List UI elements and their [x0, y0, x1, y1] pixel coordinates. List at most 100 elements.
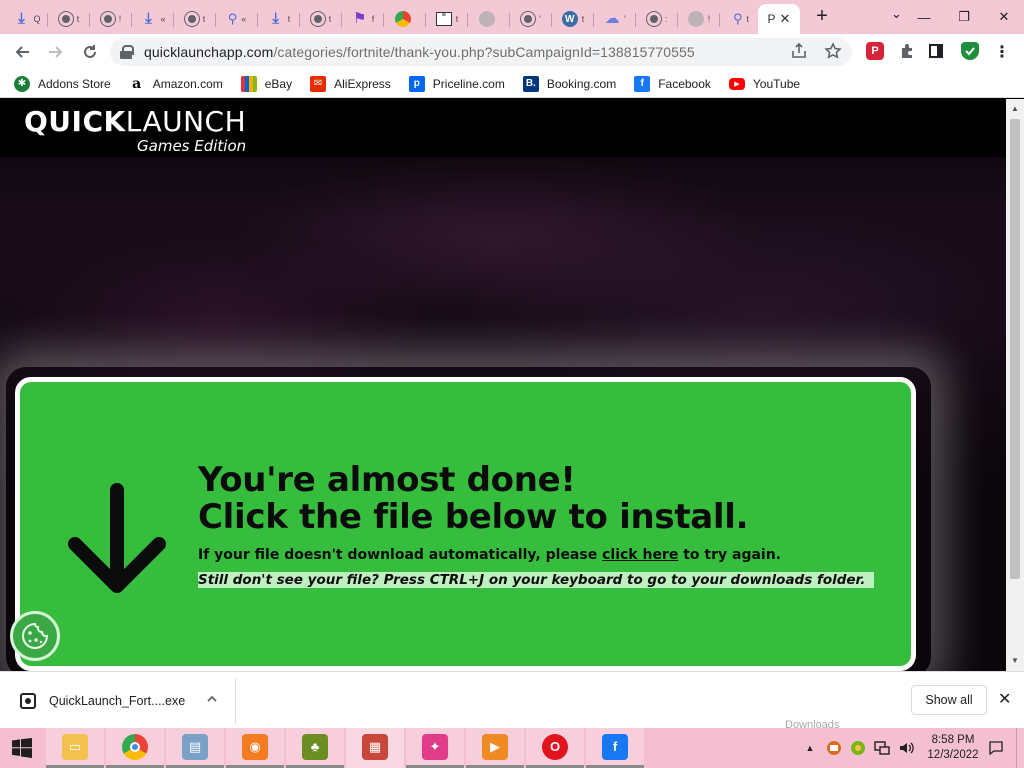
- tab-list: ⤓ Qt! ⤓ «t ⚲ «⤓ t t ⚑ f ≡ t ' Wt ☁ ':! ⚲ t: [0, 0, 762, 34]
- download-bar: QuickLaunch_Fort....exe Show all ✕: [0, 671, 1024, 728]
- tab-search-dropdown-icon[interactable]: ⌄: [891, 6, 902, 22]
- bookmark-item[interactable]: ▶ YouTube: [728, 76, 801, 91]
- forward-arrow-icon: [49, 46, 63, 58]
- browser-tab[interactable]: ≡ t: [426, 6, 468, 32]
- url-host: quicklaunchapp.com: [144, 44, 274, 60]
- taskbar-app-button[interactable]: ✦: [406, 728, 464, 768]
- bookmark-item[interactable]: f Facebook: [634, 75, 711, 92]
- volume-icon[interactable]: [898, 740, 914, 756]
- tray-security-icon[interactable]: [850, 740, 866, 756]
- browser-tab[interactable]: ☁ ': [594, 6, 636, 32]
- scroll-down-arrow-icon[interactable]: ▼: [1006, 653, 1024, 669]
- page-scrollbar[interactable]: ▲ ▼: [1006, 99, 1024, 671]
- scroll-thumb[interactable]: [1010, 119, 1020, 579]
- tab-close-icon[interactable]: ✕: [780, 11, 791, 27]
- taskbar-app-button[interactable]: ▤: [166, 728, 224, 768]
- taskbar-app-button[interactable]: f: [586, 728, 644, 768]
- exe-file-icon: [20, 693, 36, 709]
- browser-tab[interactable]: ': [510, 6, 552, 32]
- browser-tab[interactable]: Wt: [552, 6, 594, 32]
- download-menu-chevron-icon[interactable]: [206, 693, 218, 708]
- logo-bold: QUICK: [24, 105, 126, 138]
- browser-tab[interactable]: t: [300, 6, 342, 32]
- browser-tab[interactable]: !: [90, 6, 132, 32]
- tray-expand-icon[interactable]: ▲: [802, 740, 818, 756]
- cookie-settings-button[interactable]: [10, 611, 60, 661]
- close-window-button[interactable]: ✕: [984, 2, 1024, 32]
- tray-app-icon[interactable]: [826, 740, 842, 756]
- active-tab[interactable]: P ✕: [758, 4, 800, 34]
- lock-icon[interactable]: [120, 45, 134, 59]
- file-explorer-icon: ▭: [62, 733, 88, 760]
- downloads-hint: Still don't see your file? Press CTRL+J …: [198, 572, 874, 588]
- tab-title-fragment: «: [160, 14, 166, 24]
- bookmark-item[interactable]: a Amazon.com: [129, 76, 223, 92]
- clock-date: 12/3/2022: [927, 749, 979, 761]
- taskbar-app-button[interactable]: ▦: [346, 728, 404, 768]
- system-clock[interactable]: 8:58 PM 12/3/2022: [922, 733, 984, 763]
- browser-tab[interactable]: [468, 6, 510, 32]
- bookmarks-bar: ✱ Addons Store a Amazon.com eBay ✉ AliExpress p…: [0, 70, 1024, 98]
- browser-tab[interactable]: [384, 6, 426, 32]
- bookmark-item[interactable]: B. Booking.com: [522, 75, 616, 92]
- taskbar-app-button[interactable]: ▭: [46, 728, 104, 768]
- browser-tab[interactable]: ⤓ t: [258, 6, 300, 32]
- click-here-link[interactable]: click here: [602, 547, 678, 563]
- taskbar-app-button[interactable]: ♣: [286, 728, 344, 768]
- reload-button[interactable]: [74, 36, 106, 68]
- minimize-button[interactable]: —: [904, 2, 944, 32]
- shield-extension-icon[interactable]: [961, 42, 979, 60]
- browser-tab[interactable]: t: [48, 6, 90, 32]
- logo-wordmark: QUICKLAUNCH: [24, 108, 246, 136]
- extensions-puzzle-icon[interactable]: [898, 42, 916, 60]
- notifications-icon[interactable]: [988, 740, 1004, 756]
- taskbar-app-button[interactable]: [106, 728, 164, 768]
- taskbar-apps: ▭ ▤ ◉ ♣ ▦ ✦ ▶ Of: [44, 728, 644, 768]
- bookmark-item[interactable]: p Priceline.com: [408, 75, 505, 92]
- logo-subtitle: Games Edition: [137, 137, 247, 155]
- pocket-extension-icon[interactable]: P: [866, 42, 884, 60]
- show-all-button[interactable]: Show all: [911, 685, 987, 715]
- browser-tab[interactable]: :: [636, 6, 678, 32]
- address-bar[interactable]: quicklaunchapp.com/categories/fortnite/t…: [110, 38, 852, 66]
- bookmark-item[interactable]: ✉ AliExpress: [310, 75, 391, 92]
- tab-strip: ⤓ Qt! ⤓ «t ⚲ «⤓ t t ⚑ f ≡ t ' Wt ☁ ':! ⚲ t P ✕ + ⌄ — ❐ ✕: [0, 0, 1024, 34]
- retry-text-before: If your file doesn't download automatica…: [198, 547, 603, 563]
- show-desktop-button[interactable]: [1016, 728, 1024, 768]
- wordpress-icon: W: [561, 11, 578, 27]
- new-tab-button[interactable]: +: [808, 3, 836, 31]
- download-item[interactable]: QuickLaunch_Fort....exe: [0, 678, 236, 724]
- bookmark-item[interactable]: ✱ Addons Store: [14, 75, 111, 92]
- restore-button[interactable]: ❐: [944, 2, 984, 32]
- share-icon[interactable]: [790, 42, 808, 60]
- scroll-up-arrow-icon[interactable]: ▲: [1006, 101, 1024, 117]
- taskbar-app-button[interactable]: ◉: [226, 728, 284, 768]
- bookmark-star-icon[interactable]: [824, 42, 842, 60]
- browser-tab[interactable]: !: [678, 6, 720, 32]
- windows-logo-icon: [12, 738, 32, 758]
- back-arrow-icon: [15, 46, 29, 58]
- quicklaunch-logo[interactable]: QUICKLAUNCH Games Edition: [24, 108, 247, 156]
- bookmark-label: YouTube: [752, 76, 801, 91]
- browser-tab[interactable]: ⚲ t: [720, 6, 762, 32]
- browser-tab[interactable]: ⚲ «: [216, 6, 258, 32]
- side-panel-icon[interactable]: [929, 44, 943, 58]
- browser-tab[interactable]: ⤓ «: [132, 6, 174, 32]
- taskbar-app-button[interactable]: O: [526, 728, 584, 768]
- close-download-bar-icon[interactable]: ✕: [998, 689, 1011, 709]
- browser-tab[interactable]: ⚑ f: [342, 6, 384, 32]
- network-icon[interactable]: [874, 740, 890, 756]
- bookmark-item[interactable]: eBay: [240, 75, 292, 92]
- more-menu-icon[interactable]: ⋮: [994, 42, 1010, 62]
- youtube-icon: ▶: [728, 77, 745, 90]
- browser-tab[interactable]: ⤓ Q: [6, 6, 48, 32]
- tab-title-fragment: !: [118, 14, 122, 24]
- browser-tab[interactable]: t: [174, 6, 216, 32]
- text-icon: ≡: [435, 12, 452, 26]
- back-button[interactable]: [6, 36, 38, 68]
- avast-icon: ◉: [242, 733, 268, 760]
- forward-button[interactable]: [40, 36, 72, 68]
- start-button[interactable]: [0, 728, 44, 768]
- taskbar-app-button[interactable]: ▶: [466, 728, 524, 768]
- video-player-icon: ▶: [482, 733, 508, 760]
